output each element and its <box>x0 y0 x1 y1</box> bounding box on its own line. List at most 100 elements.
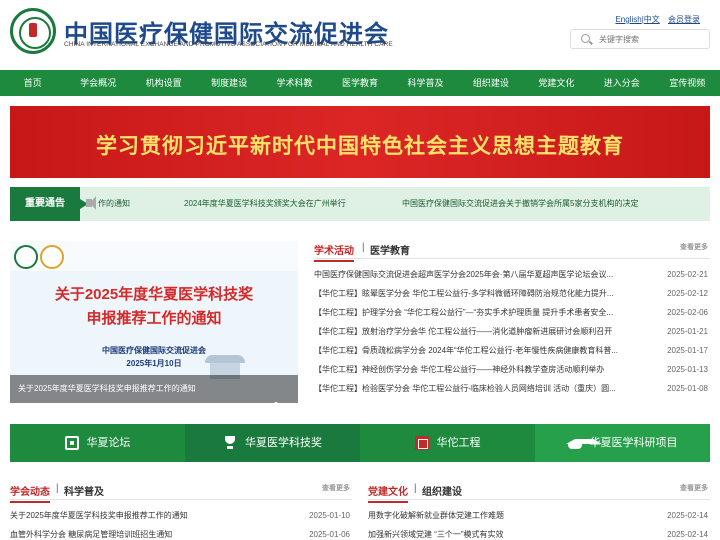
news-title[interactable]: 【华佗工程】眩晕医学分会 华佗工程公益行-多学科微循环障碍防治规范化能力提升..… <box>314 284 638 303</box>
notice-item[interactable]: 中国医疗保健国际交流促进会关于撤销学会所属5家分支机构的决定 <box>402 187 638 221</box>
feature-medical-award[interactable]: 华夏医学科技奖 <box>185 424 360 462</box>
notice-bar: 重要通告 作的通知 2024年度华夏医学科技奖颁奖大会在广州举行 中国医疗保健国… <box>10 187 710 221</box>
notice-label: 重要通告 <box>10 187 88 221</box>
feature-huaxia-forum[interactable]: 华夏论坛 <box>10 424 185 462</box>
graduation-cap-icon <box>565 436 602 450</box>
search-icon[interactable] <box>581 34 590 43</box>
list-item[interactable]: 【华佗工程】骨质疏松病学分会 2024年“华佗工程公益行-老年慢性疾病健康教育科… <box>314 341 710 360</box>
forum-icon <box>64 436 79 451</box>
list-item[interactable]: 用数字化破解新就业群体党建工作难题 2025-02-14 <box>368 506 710 525</box>
list-item[interactable]: 关于2025年度华夏医学科技奖申报推荐工作的通知 2025-01-10 <box>10 506 352 525</box>
slide-title-line2: 申报推荐工作的通知 <box>86 310 222 327</box>
slide-org: 中国医疗保健国际交流促进会 <box>102 346 206 355</box>
nav-item-organization[interactable]: 机构设置 <box>131 70 196 96</box>
tab-association-news[interactable]: 学会动态 <box>10 483 50 503</box>
english-link[interactable]: English <box>615 15 641 24</box>
news-title[interactable]: 血管外科学分会 糖尿病足管理培训班招生通知 <box>10 525 290 540</box>
party-culture-panel: 党建文化 | 组织建设 查看更多 用数字化破解新就业群体党建工作难题 2025-0… <box>368 482 710 540</box>
more-link[interactable]: 查看更多 <box>322 483 350 493</box>
news-title[interactable]: 【华佗工程】骨质疏松病学分会 2024年“华佗工程公益行-老年慢性疾病健康教育科… <box>314 341 638 360</box>
top-links: English|中文 会员登录 <box>615 14 700 25</box>
news-date: 2025-01-21 <box>667 327 708 336</box>
news-date: 2025-01-13 <box>667 365 708 374</box>
slider-dots <box>271 393 290 403</box>
tab-separator: | <box>56 483 59 494</box>
news-tabs: 党建文化 | 组织建设 查看更多 <box>368 482 710 503</box>
tab-separator: | <box>362 242 365 253</box>
slider-dot[interactable] <box>274 402 278 403</box>
news-title[interactable]: 用数字化破解新就业群体党建工作难题 <box>368 506 648 525</box>
tab-separator: | <box>414 483 417 494</box>
list-item[interactable]: 【华佗工程】放射治疗学分会华 佗工程公益行——消化道肿瘤新进展研讨会顺利召开 20… <box>314 322 710 341</box>
search-input[interactable] <box>599 33 699 46</box>
news-date: 2025-01-08 <box>667 384 708 393</box>
theme-banner[interactable]: 学习贯彻习近平新时代中国特色社会主义思想主题教育 <box>10 106 710 178</box>
list-item[interactable]: 中国医疗保健国际交流促进会超声医学分会2025年会·第八届华夏超声医学论坛会议.… <box>314 265 710 284</box>
association-logo-icon <box>14 245 38 269</box>
tab-science-popularization[interactable]: 科学普及 <box>64 483 104 498</box>
nav-item-regulations[interactable]: 制度建设 <box>196 70 261 96</box>
nav-item-home[interactable]: 首页 <box>0 70 65 96</box>
news-date: 2025-02-14 <box>667 511 708 520</box>
nav-item-overview[interactable]: 学会概况 <box>65 70 130 96</box>
nav-item-science-popularization[interactable]: 科学普及 <box>393 70 458 96</box>
featured-slider[interactable]: 关于2025年度华夏医学科技奖 申报推荐工作的通知 中国医疗保健国际交流促进会 … <box>10 241 298 403</box>
news-date: 2025-02-14 <box>667 530 708 539</box>
award-logo-icon <box>40 245 64 269</box>
list-item[interactable]: 【华佗工程】护理学分会 “华佗工程公益行”—“夯实手术护理质量 提升手术患者安全… <box>314 303 710 322</box>
nav-item-party-culture[interactable]: 党建文化 <box>524 70 589 96</box>
more-link[interactable]: 查看更多 <box>680 242 708 252</box>
academic-news-panel: 学术活动 | 医学教育 查看更多 中国医疗保健国际交流促进会超声医学分会2025… <box>314 241 710 403</box>
feature-huatuo-project[interactable]: 华佗工程 <box>360 424 535 462</box>
member-login-link[interactable]: 会员登录 <box>668 15 700 24</box>
main-nav: 首页 学会概况 机构设置 制度建设 学术科教 医学教育 科学普及 组织建设 党建… <box>0 70 720 96</box>
nav-item-academic[interactable]: 学术科教 <box>262 70 327 96</box>
nav-item-videos[interactable]: 宣传视频 <box>655 70 720 96</box>
list-item[interactable]: 血管外科学分会 糖尿病足管理培训班招生通知 2025-01-06 <box>10 525 352 540</box>
nav-item-organization-building[interactable]: 组织建设 <box>458 70 523 96</box>
list-item[interactable]: 【华佗工程】神经创伤学分会 华佗工程公益行——神经外科教学查房活动顺利举办 202… <box>314 360 710 379</box>
association-logo-icon[interactable] <box>10 8 56 54</box>
news-list: 中国医疗保健国际交流促进会超声医学分会2025年会·第八届华夏超声医学论坛会议.… <box>314 265 710 398</box>
list-item[interactable]: 【华佗工程】眩晕医学分会 华佗工程公益行-多学科微循环障碍防治规范化能力提升..… <box>314 284 710 303</box>
feature-label: 华佗工程 <box>436 437 481 449</box>
feature-research-projects[interactable]: 华夏医学科研项目 <box>535 424 710 462</box>
news-date: 2025-01-17 <box>667 346 708 355</box>
notice-item[interactable]: 2024年度华夏医学科技奖颁奖大会在广州举行 <box>184 187 346 221</box>
news-title[interactable]: 加强新兴领域党建 “三个一”模式有实效 <box>368 525 648 540</box>
list-item[interactable]: 加强新兴领域党建 “三个一”模式有实效 2025-02-14 <box>368 525 710 540</box>
news-list: 用数字化破解新就业群体党建工作难题 2025-02-14 加强新兴领域党建 “三个… <box>368 506 710 540</box>
news-date: 2025-01-06 <box>309 530 350 539</box>
slide-title-line1: 关于2025年度华夏医学科技奖 <box>54 286 254 303</box>
site-subtitle: CHINA INTERNATIONAL EXCHANGE AND PROMOTI… <box>64 41 393 48</box>
more-link[interactable]: 查看更多 <box>680 483 708 493</box>
news-title[interactable]: 【华佗工程】检验医学分会 华佗工程公益行-临床检验人员网络培训 活动（重庆）圆.… <box>314 379 638 398</box>
news-title[interactable]: 关于2025年度华夏医学科技奖申报推荐工作的通知 <box>10 506 290 525</box>
huatuo-icon <box>414 436 429 451</box>
nav-item-medical-education[interactable]: 医学教育 <box>327 70 392 96</box>
slide-caption[interactable]: 关于2025年度华夏医学科技奖申报推荐工作的通知 <box>10 375 298 403</box>
news-tabs: 学术活动 | 医学教育 查看更多 <box>314 241 710 262</box>
news-date: 2025-02-06 <box>667 308 708 317</box>
banner-text: 学习贯彻习近平新时代中国特色社会主义思想主题教育 <box>96 133 624 158</box>
news-title[interactable]: 【华佗工程】神经创伤学分会 华佗工程公益行——神经外科教学查房活动顺利举办 <box>314 360 638 379</box>
news-title[interactable]: 中国医疗保健国际交流促进会超声医学分会2025年会·第八届华夏超声医学论坛会议.… <box>314 265 638 284</box>
speaker-icon <box>86 196 96 210</box>
feature-label: 华夏医学科研项目 <box>589 437 678 449</box>
list-item[interactable]: 【华佗工程】检验医学分会 华佗工程公益行-临床检验人员网络培训 活动（重庆）圆.… <box>314 379 710 398</box>
tab-academic-activities[interactable]: 学术活动 <box>314 242 354 262</box>
feature-label: 华夏医学科技奖 <box>245 437 322 449</box>
trophy-icon <box>223 436 237 450</box>
chinese-link[interactable]: 中文 <box>644 15 660 24</box>
tab-organization-building[interactable]: 组织建设 <box>422 483 462 498</box>
feature-label: 华夏论坛 <box>86 437 131 449</box>
tab-party-culture[interactable]: 党建文化 <box>368 483 408 503</box>
nav-item-branches[interactable]: 进入分会 <box>589 70 654 96</box>
tab-medical-education[interactable]: 医学教育 <box>370 242 410 257</box>
notice-item[interactable]: 作的通知 <box>98 187 130 221</box>
search-box[interactable] <box>570 29 710 49</box>
news-title[interactable]: 【华佗工程】护理学分会 “华佗工程公益行”—“夯实手术护理质量 提升手术患者安全… <box>314 303 638 322</box>
news-title[interactable]: 【华佗工程】放射治疗学分会华 佗工程公益行——消化道肿瘤新进展研讨会顺利召开 <box>314 322 638 341</box>
feature-links: 华夏论坛 华夏医学科技奖 华佗工程 华夏医学科研项目 <box>10 424 710 462</box>
site-header: 中国医疗保健国际交流促进会 CHINA INTERNATIONAL EXCHAN… <box>0 0 720 68</box>
